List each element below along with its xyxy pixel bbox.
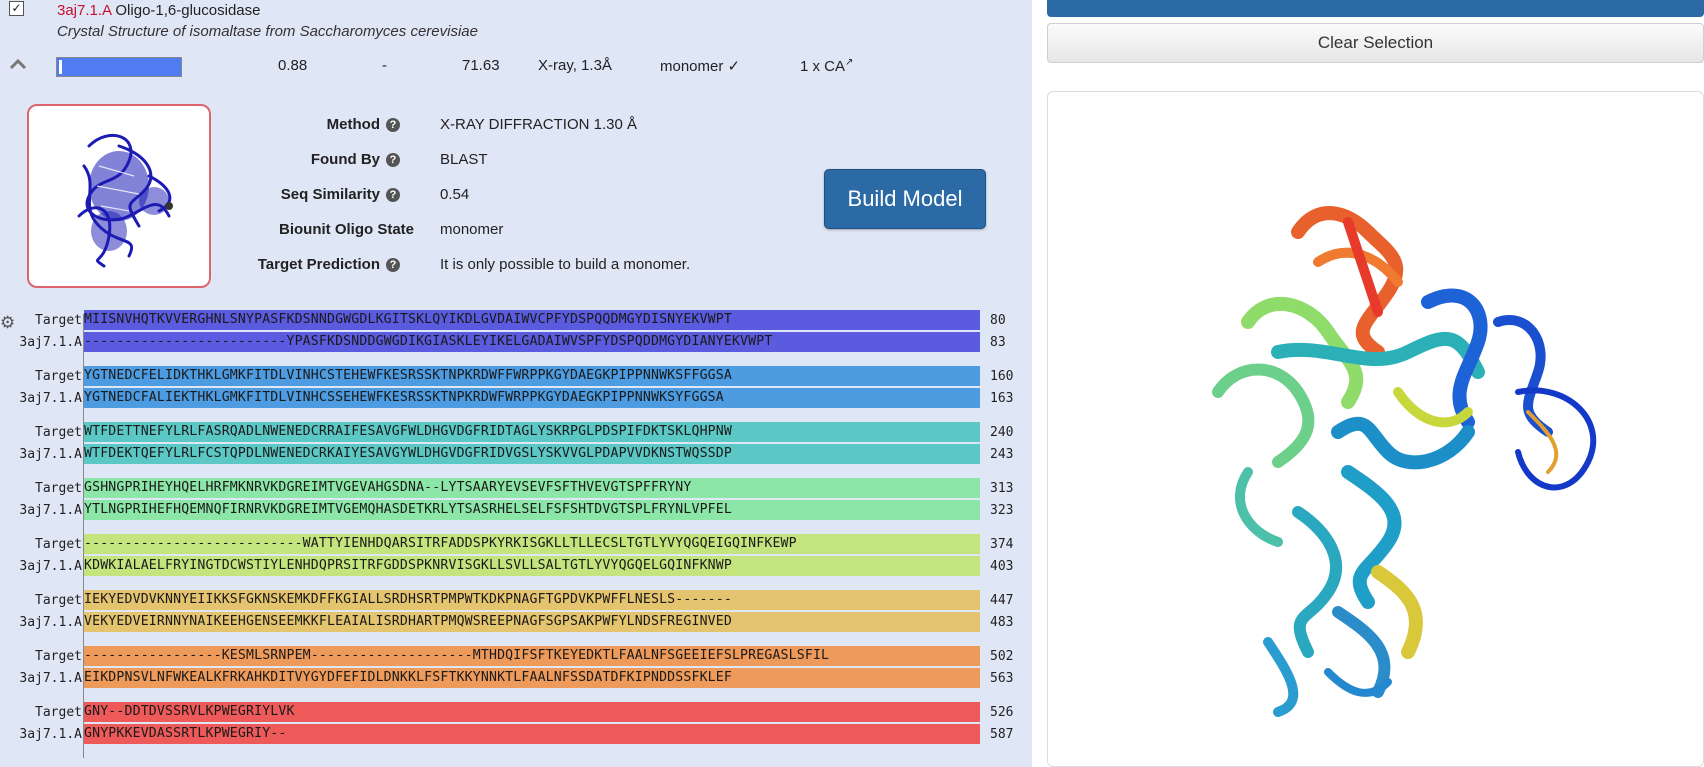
- structure-viewer-panel: Clear Selection: [1032, 0, 1704, 767]
- top-action-bar[interactable]: [1047, 0, 1704, 17]
- alignment-target-label: Target: [35, 649, 82, 664]
- detail-value-target-prediction: It is only possible to build a monomer.: [440, 256, 691, 273]
- alignment-position: 80: [990, 313, 1006, 328]
- ligands-text: 1 x CA: [800, 58, 846, 75]
- alignment-position: 163: [990, 391, 1014, 406]
- qmean-value: -: [382, 57, 387, 74]
- method-short: X-ray, 1.3Å: [538, 57, 612, 74]
- oligo-state-short: monomer ✓: [660, 58, 741, 75]
- alignment-target-label: Target: [35, 705, 82, 720]
- alignment-position: 502: [990, 649, 1014, 664]
- help-icon[interactable]: ?: [386, 188, 400, 202]
- identity-value: 71.63: [462, 57, 500, 74]
- alignment-position: 483: [990, 615, 1014, 630]
- alignment-position: 526: [990, 705, 1014, 720]
- alignment-template-sequence[interactable]: WTFDEKTQEFYLRLFCSTQPDLNWENEDCRKAIYESAVGY…: [84, 444, 980, 464]
- alignment-template-sequence[interactable]: VEKYEDVEIRNNYNAIKEEHGENSEEMKKFLEAIALISRD…: [84, 612, 980, 632]
- alignment-template-label: 3aj7.1.A: [19, 615, 82, 630]
- detail-label-method: Method?: [0, 116, 400, 133]
- coverage-bar: [56, 57, 182, 77]
- alignment-template-sequence[interactable]: KDWKIALAELFRYINGTDCWSTIYLENHDQPRSITRFGDD…: [84, 556, 980, 576]
- gmqe-value: 0.88: [278, 57, 308, 74]
- alignment-template-sequence[interactable]: YTLNGPRIHEFHQEMNQFIRNRVKDGREIMTVGEMQHASD…: [84, 500, 980, 520]
- alignment-template-label: 3aj7.1.A: [19, 559, 82, 574]
- ligands-link[interactable]: 1 x CA↗: [800, 57, 853, 75]
- alignment-position: 403: [990, 559, 1014, 574]
- alignment-position: 243: [990, 447, 1014, 462]
- chevron-up-icon[interactable]: [8, 56, 28, 72]
- external-link-icon: ↗: [845, 57, 854, 68]
- detail-label-target-prediction: Target Prediction?: [0, 256, 400, 273]
- clear-selection-button[interactable]: Clear Selection: [1047, 23, 1704, 63]
- alignment-template-label: 3aj7.1.A: [19, 447, 82, 462]
- alignment-target-sequence[interactable]: -----------------KESMLSRNPEM------------…: [84, 646, 980, 666]
- alignment-target-sequence[interactable]: GNY--DDTDVSSRVLKPWEGRIYLVK: [84, 702, 980, 722]
- detail-value-found-by: BLAST: [440, 151, 488, 168]
- template-result-panel: ✓ 3aj7.1.A Oligo-1,6-glucosidase Crystal…: [0, 0, 1032, 767]
- alignment-position: 323: [990, 503, 1014, 518]
- alignment-position: 160: [990, 369, 1014, 384]
- 3d-structure-viewer[interactable]: [1047, 91, 1704, 767]
- template-description: Crystal Structure of isomaltase from Sac…: [57, 23, 478, 40]
- alignment-template-label: 3aj7.1.A: [19, 727, 82, 742]
- alignment-target-label: Target: [35, 313, 82, 328]
- detail-label-biounit: Biounit Oligo State: [279, 221, 414, 238]
- alignment-target-label: Target: [35, 481, 82, 496]
- alignment-target-sequence[interactable]: YGTNEDCFELIDKTHKLGMKFITDLVINHCSTEHEWFKES…: [84, 366, 980, 386]
- alignment-position: 447: [990, 593, 1014, 608]
- protein-ribbon-icon: [1212, 206, 1597, 717]
- alignment-position: 83: [990, 335, 1006, 350]
- alignment-template-sequence[interactable]: -------------------------YPASFKDSNDDGWGD…: [84, 332, 980, 352]
- alignment-template-label: 3aj7.1.A: [19, 671, 82, 686]
- alignment-position: 240: [990, 425, 1014, 440]
- detail-value-seq-similarity: 0.54: [440, 186, 470, 203]
- alignment-target-sequence[interactable]: ---------------------------WATTYIENHDQAR…: [84, 534, 980, 554]
- alignment-target-sequence[interactable]: MIISNVHQTKVVERGHNLSNYPASFKDSNNDGWGDLKGIT…: [84, 310, 980, 330]
- alignment-target-label: Target: [35, 593, 82, 608]
- template-id-link[interactable]: 3aj7.1.A: [57, 2, 111, 19]
- alignment-template-sequence[interactable]: YGTNEDCFALIEKTHKLGMKFITDLVINHCSSEHEWFKES…: [84, 388, 980, 408]
- alignment-target-label: Target: [35, 425, 82, 440]
- alignment-template-label: 3aj7.1.A: [19, 503, 82, 518]
- alignment-position: 563: [990, 671, 1014, 686]
- detail-label-found-by: Found By?: [0, 151, 400, 168]
- template-select-checkbox[interactable]: ✓: [9, 1, 24, 16]
- alignment-target-sequence[interactable]: WTFDETTNEFYLRLFASRQADLNWENEDCRRAIFESAVGF…: [84, 422, 980, 442]
- build-model-button[interactable]: Build Model: [824, 169, 986, 229]
- alignment-target-sequence[interactable]: IEKYEDVDVKNNYEIIKKSFGKNSKEMKDFFKGIALLSRD…: [84, 590, 980, 610]
- alignment-target-label: Target: [35, 369, 82, 384]
- help-icon[interactable]: ?: [386, 118, 400, 132]
- alignment-template-sequence[interactable]: GNYPKKEVDASSRTLKPWEGRIY--: [84, 724, 980, 744]
- help-icon[interactable]: ?: [386, 258, 400, 272]
- alignment-template-label: 3aj7.1.A: [19, 335, 82, 350]
- alignment-position: 313: [990, 481, 1014, 496]
- alignment-target-label: Target: [35, 537, 82, 552]
- alignment-template-label: 3aj7.1.A: [19, 391, 82, 406]
- alignment-position: 587: [990, 727, 1014, 742]
- detail-value-method: X-RAY DIFFRACTION 1.30 Å: [440, 116, 637, 133]
- template-header: 3aj7.1.A Oligo-1,6-glucosidase: [57, 2, 260, 19]
- alignment-target-sequence[interactable]: GSHNGPRIHEYHQELHRFMKNRVKDGREIMTVGEVAHGSD…: [84, 478, 980, 498]
- help-icon[interactable]: ?: [386, 153, 400, 167]
- detail-label-seq-similarity: Seq Similarity?: [0, 186, 400, 203]
- detail-value-biounit: monomer: [440, 221, 504, 238]
- alignment-template-sequence[interactable]: EIKDPNSVLNFWKEALKFRKAHKDITVYGYDFEFIDLDNK…: [84, 668, 980, 688]
- template-name: Oligo-1,6-glucosidase: [115, 2, 261, 19]
- alignment-position: 374: [990, 537, 1014, 552]
